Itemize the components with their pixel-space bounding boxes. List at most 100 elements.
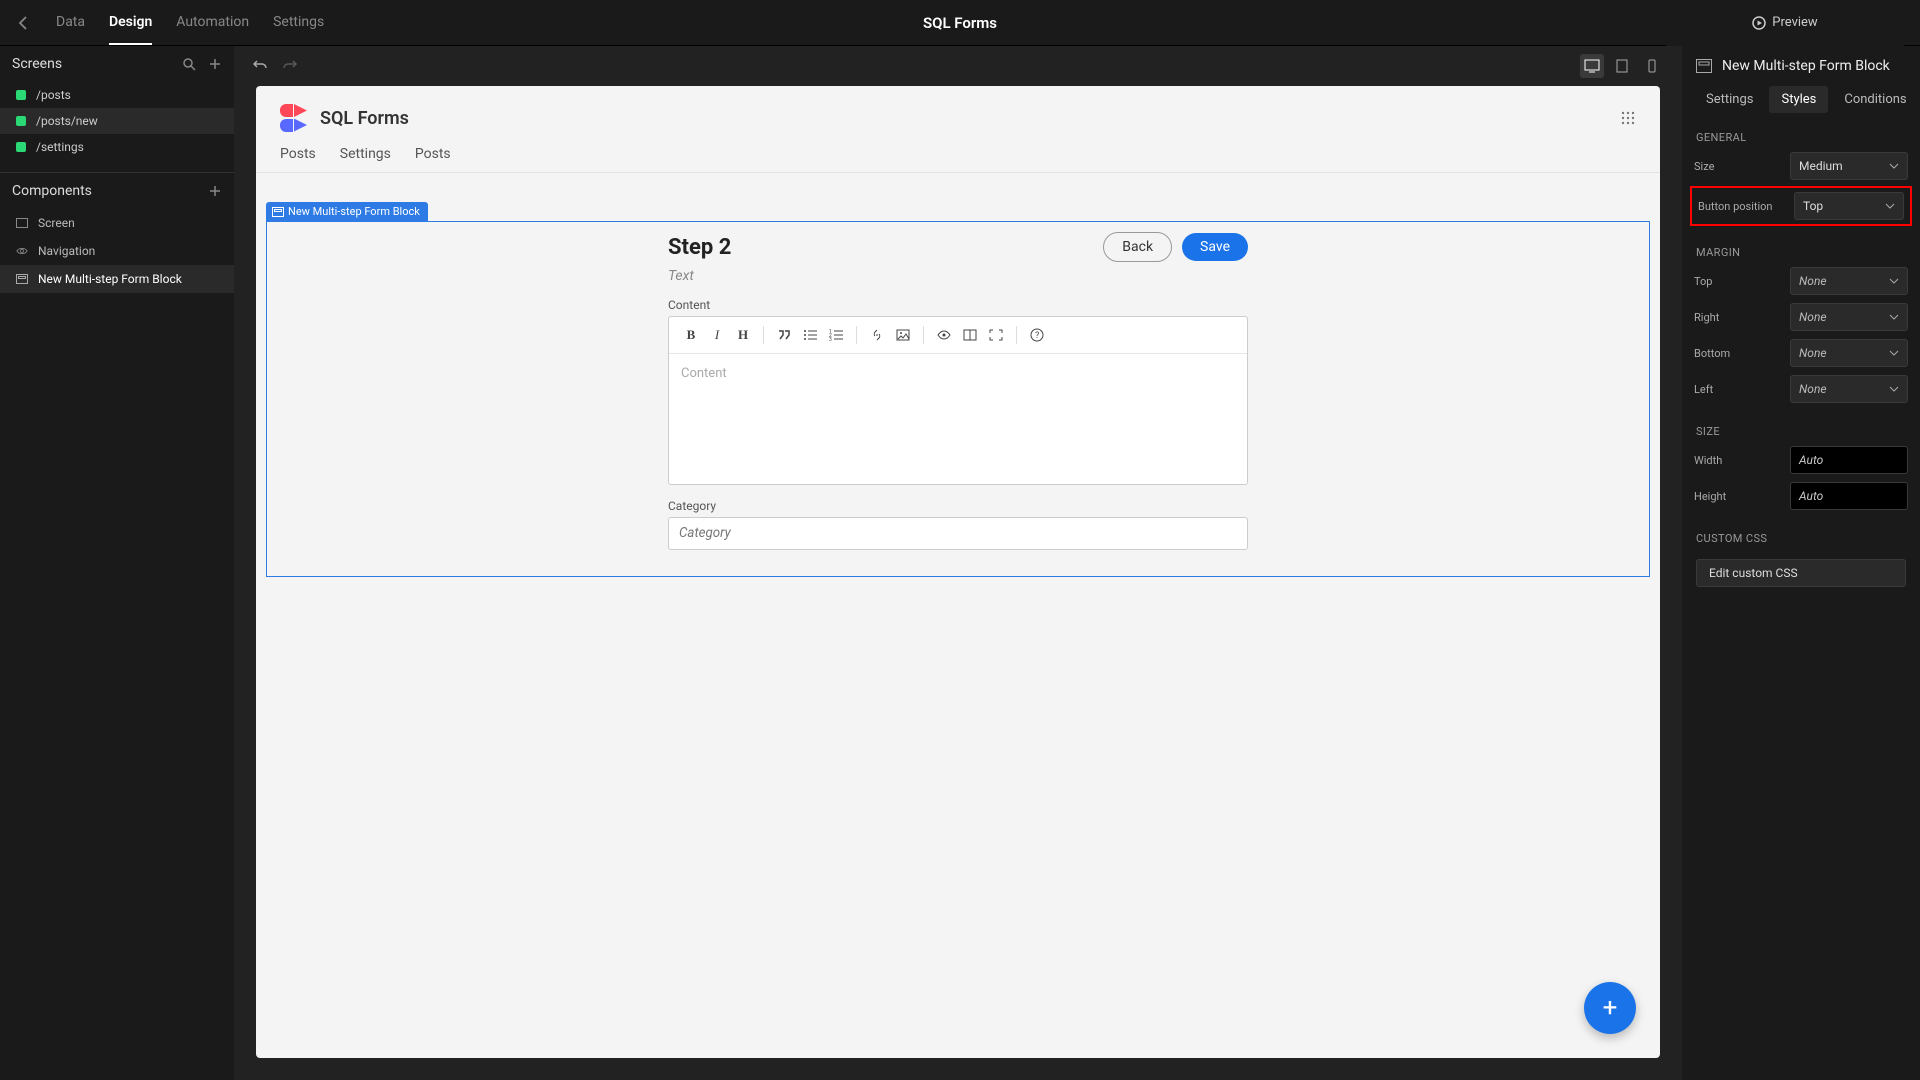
section-size: SIZE [1682,417,1920,442]
svg-text:?: ? [1035,331,1039,341]
status-dot-icon [16,116,26,126]
edit-css-button[interactable]: Edit custom CSS [1696,559,1906,587]
width-input[interactable]: Auto [1790,446,1908,474]
screen-icon [16,218,28,228]
right-tab-styles[interactable]: Styles [1769,86,1828,113]
screens-header: Screens [0,46,234,82]
app-logo [280,104,308,132]
preview-label: Preview [1772,15,1817,30]
section-general: GENERAL [1682,123,1920,148]
heading-icon[interactable]: H [731,323,755,347]
category-label: Category [668,499,1248,513]
preview-icon[interactable] [932,323,956,347]
margin-top-label: Top [1694,275,1780,288]
canvas-area: SQL Forms Posts Settings Posts New Multi… [234,46,1682,1080]
form-block-icon [1696,59,1712,73]
nav-tabs: Data Design Automation Settings [56,1,324,45]
canvas[interactable]: SQL Forms Posts Settings Posts New Multi… [256,86,1660,1058]
preview-button[interactable]: Preview [1752,15,1817,30]
height-input[interactable]: Auto [1790,482,1908,510]
margin-top-select[interactable]: None [1790,267,1908,295]
chevron-down-icon [1889,384,1899,394]
components-header: Components [0,173,234,209]
redo-icon[interactable] [282,58,298,74]
height-label: Height [1694,490,1780,503]
play-icon [1752,16,1766,30]
link-icon[interactable] [865,323,889,347]
right-tab-conditions[interactable]: Conditions [1832,86,1918,113]
margin-bottom-label: Bottom [1694,347,1780,360]
category-input[interactable] [668,517,1248,550]
chevron-down-icon [1889,161,1899,171]
ul-icon[interactable] [798,323,822,347]
italic-icon[interactable]: I [705,323,729,347]
tab-data[interactable]: Data [56,1,85,45]
back-button[interactable]: Back [1103,232,1172,262]
search-icon[interactable] [182,57,196,71]
fullscreen-icon[interactable] [984,323,1008,347]
app-tab-settings[interactable]: Settings [340,146,391,162]
app-tabs: Posts Settings Posts [256,132,1660,173]
component-screen[interactable]: Screen [0,209,234,237]
component-form-block[interactable]: New Multi-step Form Block [0,265,234,293]
status-dot-icon [16,90,26,100]
app-name: SQL Forms [320,108,409,129]
bold-icon[interactable]: B [679,323,703,347]
tab-settings[interactable]: Settings [273,1,324,45]
topbar: Data Design Automation Settings SQL Form… [0,0,1920,46]
help-icon[interactable]: ? [1025,323,1049,347]
quote-icon[interactable] [772,323,796,347]
right-tab-settings[interactable]: Settings [1694,86,1765,113]
size-select[interactable]: Medium [1790,152,1908,180]
back-icon[interactable] [16,15,32,31]
device-tablet-icon[interactable] [1610,54,1634,78]
left-panel: Screens /posts /posts/new /settings Comp… [0,46,234,1080]
add-component-icon[interactable] [208,184,222,198]
button-position-label: Button position [1698,200,1784,213]
content-label: Content [668,298,1248,312]
screen-posts-new[interactable]: /posts/new [0,108,234,134]
grid-menu-icon[interactable] [1620,110,1636,126]
margin-right-label: Right [1694,311,1780,324]
app-tab-posts2[interactable]: Posts [415,146,451,162]
tab-design[interactable]: Design [109,1,152,45]
page-title: SQL Forms [923,14,997,32]
add-fab[interactable]: + [1584,982,1636,1034]
image-icon[interactable] [891,323,915,347]
chevron-down-icon [1889,348,1899,358]
app-tab-posts[interactable]: Posts [280,146,316,162]
rich-text-editor: B I H 123 [668,316,1248,485]
content-area[interactable]: Content [669,354,1247,484]
button-position-select[interactable]: Top [1794,192,1904,220]
right-panel-title: New Multi-step Form Block [1682,46,1920,86]
form-block-icon [272,207,284,217]
section-custom-css: CUSTOM CSS [1682,524,1920,549]
size-label: Size [1694,160,1780,173]
undo-icon[interactable] [252,58,268,74]
side-by-side-icon[interactable] [958,323,982,347]
chevron-down-icon [1889,276,1899,286]
margin-right-select[interactable]: None [1790,303,1908,331]
block-tag[interactable]: New Multi-step Form Block [266,202,428,221]
device-mobile-icon[interactable] [1640,54,1664,78]
margin-left-select[interactable]: None [1790,375,1908,403]
width-label: Width [1694,454,1780,467]
right-panel: New Multi-step Form Block Settings Style… [1682,46,1920,1080]
chevron-down-icon [1885,201,1895,211]
margin-bottom-select[interactable]: None [1790,339,1908,367]
subtext: Text [668,268,1248,284]
tab-automation[interactable]: Automation [176,1,249,45]
form-block[interactable]: Step 2 Back Save Text Content B I [266,221,1650,577]
device-desktop-icon[interactable] [1580,54,1604,78]
screen-settings[interactable]: /settings [0,134,234,160]
chevron-down-icon [1889,312,1899,322]
step-title: Step 2 [668,235,731,260]
add-screen-icon[interactable] [208,57,222,71]
form-block-icon [16,274,28,284]
save-button[interactable]: Save [1182,233,1248,261]
ol-icon[interactable]: 123 [824,323,848,347]
svg-text:3: 3 [829,337,832,341]
component-navigation[interactable]: Navigation [0,237,234,265]
screen-posts[interactable]: /posts [0,82,234,108]
components-label: Components [12,183,92,199]
